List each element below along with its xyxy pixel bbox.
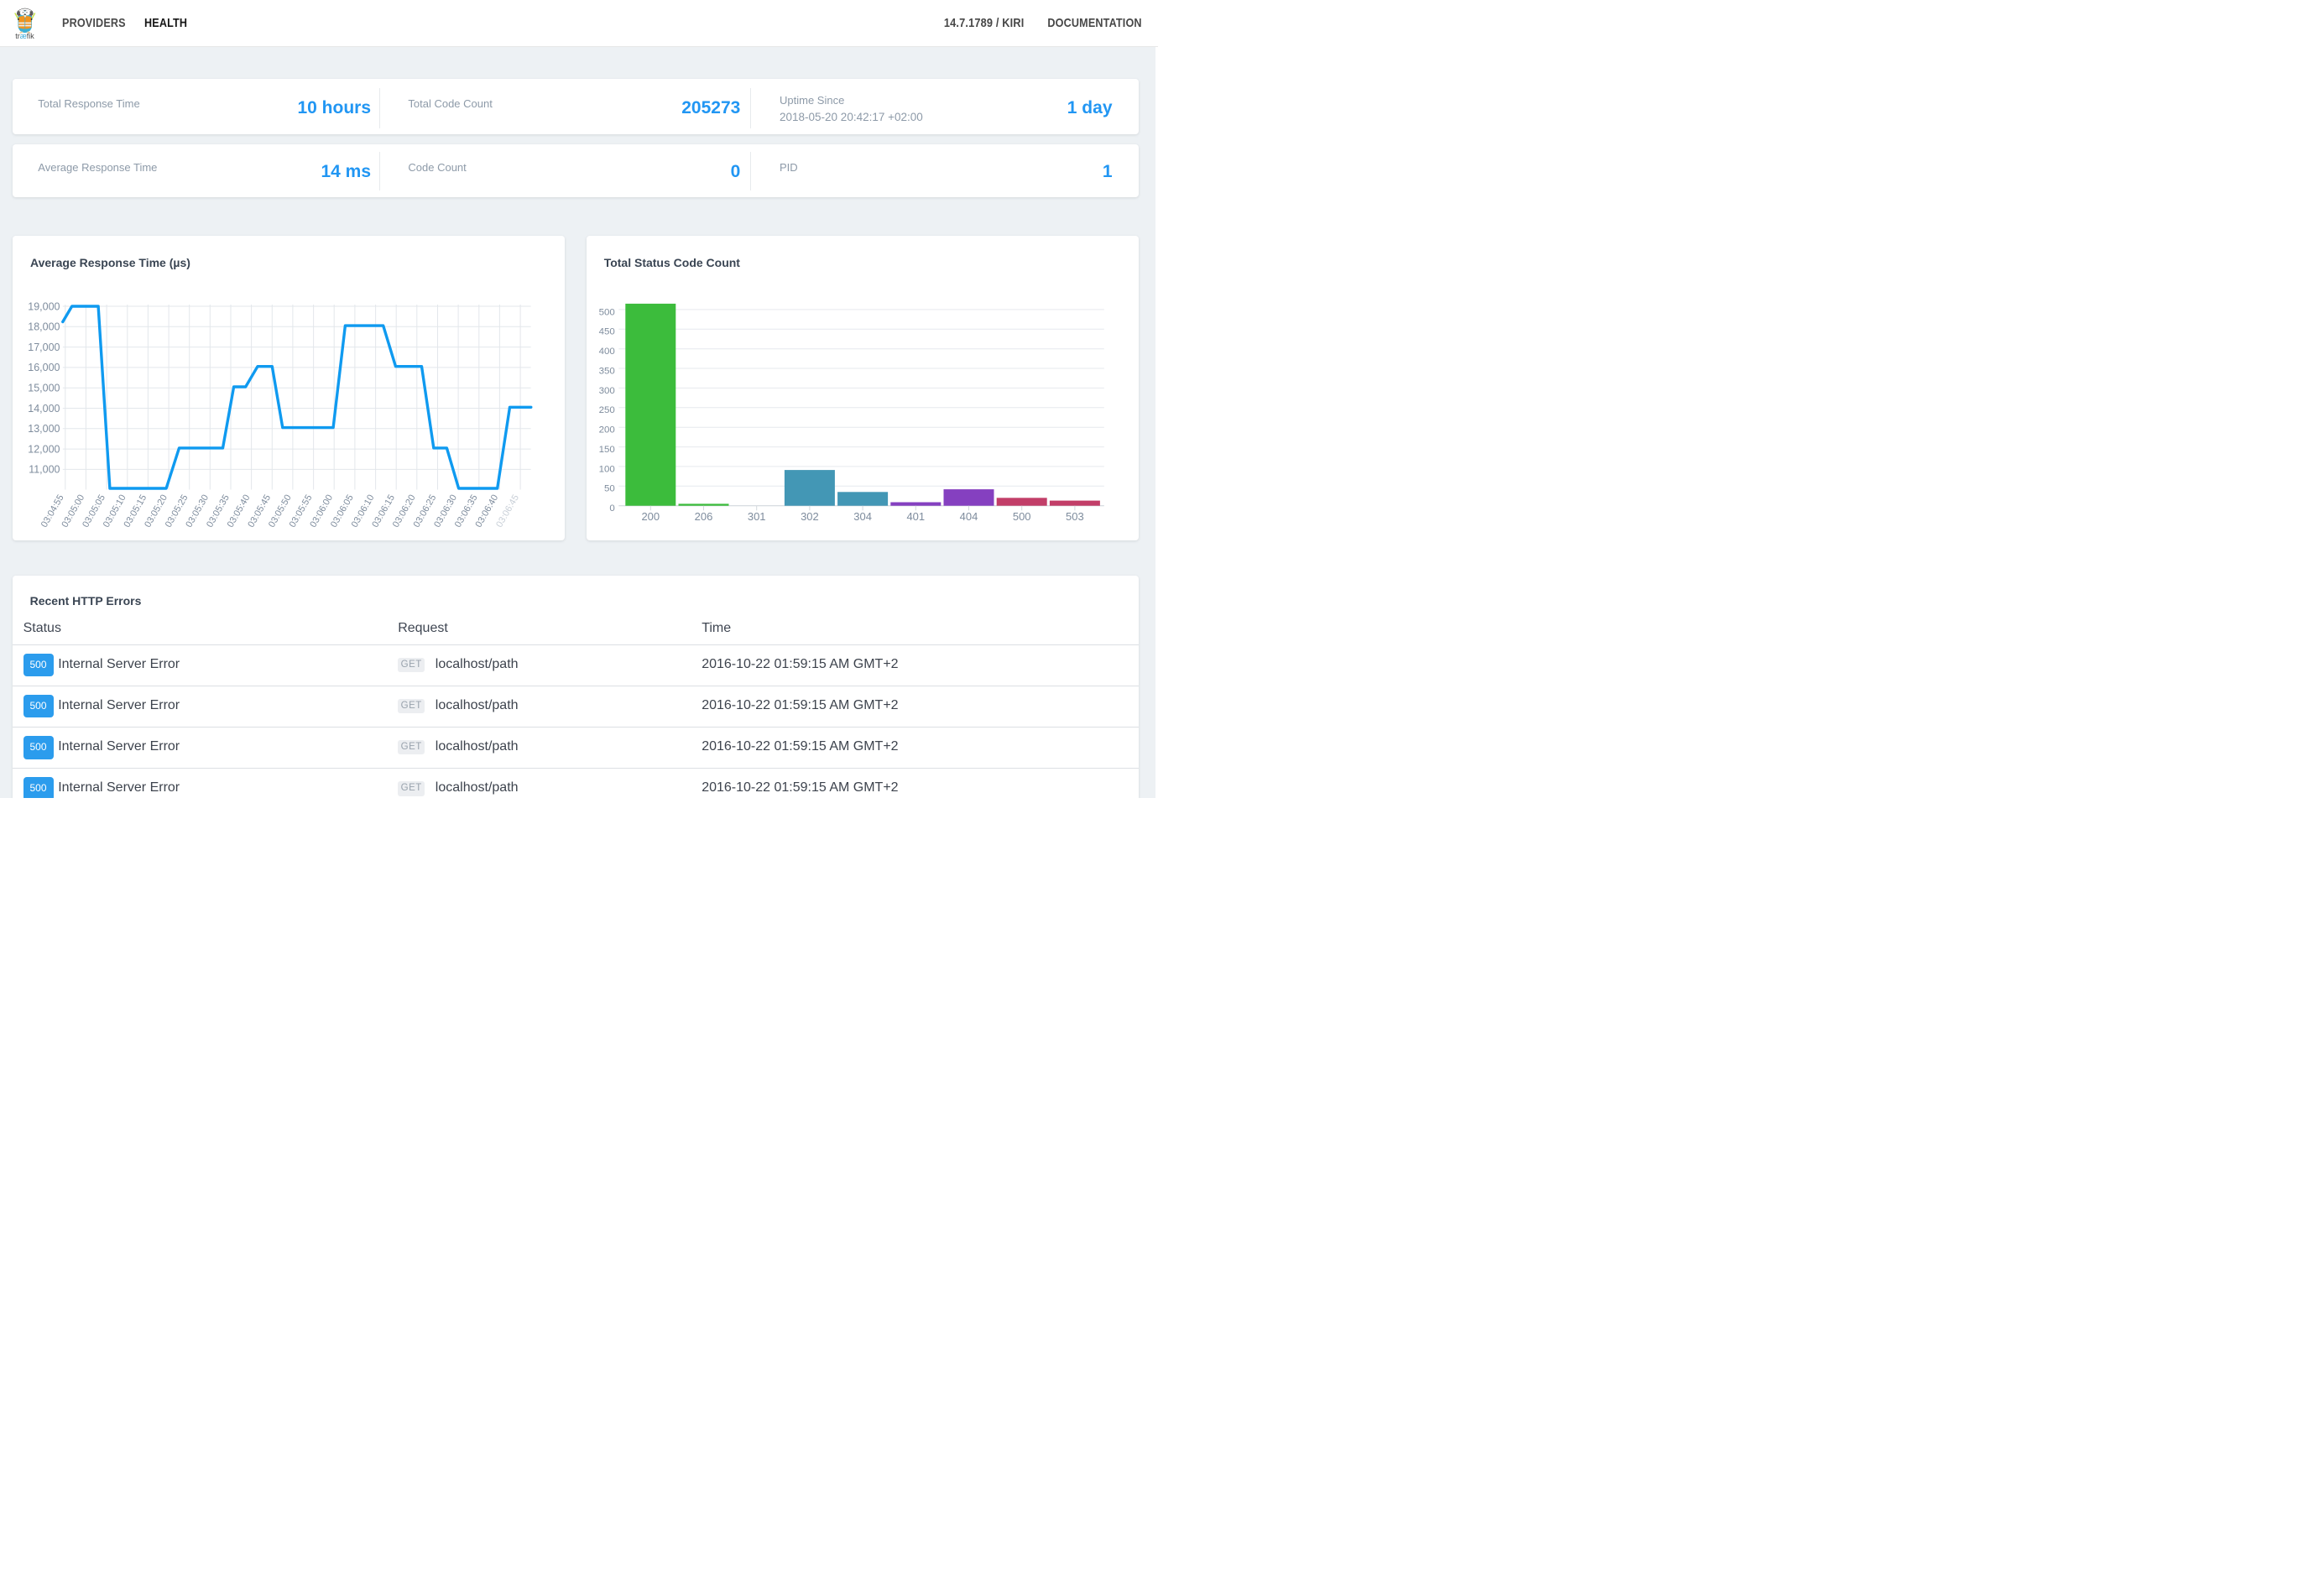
svg-text:500: 500 <box>599 307 615 317</box>
svg-text:200: 200 <box>642 510 660 523</box>
svg-text:0: 0 <box>610 503 615 514</box>
svg-text:11,000: 11,000 <box>29 464 60 476</box>
svg-text:300: 300 <box>599 386 615 396</box>
svg-text:450: 450 <box>599 327 615 337</box>
svg-text:350: 350 <box>599 366 615 376</box>
svg-text:503: 503 <box>1066 510 1084 523</box>
svg-text:16,000: 16,000 <box>28 362 60 373</box>
svg-text:13,000: 13,000 <box>28 423 60 435</box>
svg-text:18,000: 18,000 <box>28 321 60 333</box>
svg-text:401: 401 <box>907 510 926 523</box>
svg-text:206: 206 <box>695 510 713 523</box>
svg-text:301: 301 <box>748 510 766 523</box>
svg-text:150: 150 <box>599 445 615 455</box>
svg-text:200: 200 <box>599 425 615 436</box>
svg-text:250: 250 <box>599 405 615 415</box>
svg-text:100: 100 <box>599 464 615 474</box>
svg-text:304: 304 <box>853 510 872 523</box>
svg-text:14,000: 14,000 <box>28 403 60 415</box>
svg-text:17,000: 17,000 <box>28 342 60 353</box>
svg-text:12,000: 12,000 <box>28 443 60 455</box>
svg-text:500: 500 <box>1013 510 1031 523</box>
svg-text:404: 404 <box>960 510 978 523</box>
svg-text:400: 400 <box>599 347 615 357</box>
svg-text:302: 302 <box>801 510 819 523</box>
svg-text:50: 50 <box>604 484 615 494</box>
svg-text:15,000: 15,000 <box>28 383 60 394</box>
svg-text:19,000: 19,000 <box>28 300 60 312</box>
